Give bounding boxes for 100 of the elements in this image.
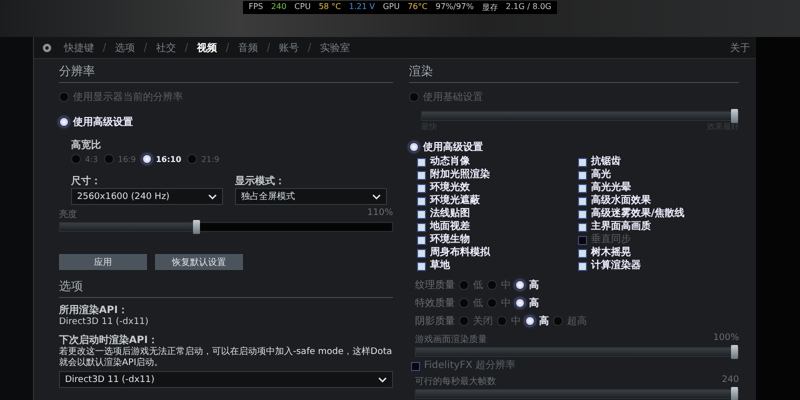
radio-label: 4:3 (85, 154, 98, 164)
radio-label: 中 (501, 296, 511, 310)
radio-button[interactable] (515, 280, 525, 290)
radio-label: 高 (529, 278, 539, 292)
action-button[interactable]: 应用 (59, 254, 147, 270)
section-title: 渲染 (409, 63, 739, 83)
overlay-stat: GPU (382, 2, 400, 13)
radio-label: 使用高级设置 (73, 115, 133, 129)
radio-button[interactable] (142, 154, 152, 164)
radio-button[interactable] (104, 154, 114, 164)
settings-tab[interactable]: 音频 (234, 40, 262, 54)
radio-button[interactable] (487, 298, 497, 308)
chevron-down-icon (372, 194, 381, 200)
checkbox-label: 法线贴图 (430, 208, 470, 220)
overlay-stat: 76°C (408, 2, 428, 13)
settings-tab[interactable]: 选项 (111, 40, 139, 54)
checkbox[interactable] (578, 222, 587, 232)
about-link[interactable]: 关于 (730, 40, 750, 54)
settings-tab[interactable]: 视频 (193, 40, 221, 54)
slider-track[interactable] (59, 222, 393, 232)
radio-button[interactable] (459, 316, 469, 326)
settings-tab[interactable]: 账号 (275, 40, 303, 54)
quality-label: 纹理质量 (415, 278, 455, 292)
checkbox[interactable] (578, 184, 587, 192)
radio-button[interactable] (187, 154, 198, 164)
field-label: 尺寸： (71, 174, 102, 188)
checkbox[interactable] (417, 236, 426, 244)
slider-label: 亮度 (59, 208, 77, 221)
overlay-stat: 97%/97% (435, 2, 474, 13)
settings-tab[interactable]: 实验室 (316, 40, 354, 54)
checkbox[interactable] (417, 262, 426, 270)
slider-handle[interactable] (731, 109, 738, 123)
checkbox[interactable] (417, 158, 426, 166)
checkbox[interactable] (417, 210, 426, 218)
checkbox-label: 主界面高画质 (591, 221, 651, 233)
checkbox-label: 环境生物 (430, 234, 470, 246)
checkbox-label: 垂直同步 (591, 234, 631, 246)
checkbox[interactable] (417, 170, 426, 180)
section-title: 分辨率 (59, 63, 393, 83)
display-mode-dropdown[interactable]: 独占全屏模式 (235, 188, 387, 205)
radio-button[interactable] (487, 280, 497, 290)
radio-button[interactable] (71, 154, 81, 164)
checkbox-label: FidelityFX 超分辨率 (424, 360, 516, 372)
radio-label: 超高 (567, 314, 587, 328)
slider-handle[interactable] (731, 345, 738, 359)
radio-button[interactable] (409, 92, 419, 102)
checkbox[interactable] (417, 222, 426, 232)
checkbox[interactable] (411, 362, 420, 370)
radio-button[interactable] (515, 298, 525, 308)
radio-label: 低 (473, 279, 483, 292)
radio-button[interactable] (409, 142, 419, 152)
checkbox-label: 动态肖像 (430, 156, 470, 168)
checkbox[interactable] (578, 236, 587, 244)
settings-tab[interactable]: 快捷键 (60, 40, 98, 54)
checkbox-label: 抗锯齿 (591, 156, 621, 168)
checkbox[interactable] (417, 184, 426, 192)
checkbox-label: 草地 (430, 260, 450, 272)
field-label: 所用渲染API： (59, 303, 129, 317)
radio-button[interactable] (459, 298, 469, 308)
radio-button[interactable] (59, 117, 69, 127)
chevron-down-icon (208, 194, 217, 200)
slider-label: 游戏画面渲染质量 (415, 334, 487, 346)
radio-label: 中 (501, 278, 511, 292)
slider-value: 240 (722, 375, 739, 387)
radio-button[interactable] (525, 316, 535, 326)
checkbox-label: 树木摇晃 (591, 247, 631, 259)
radio-label: 低 (473, 297, 483, 310)
action-button[interactable]: 恢复默认设置 (155, 254, 243, 270)
radio-label: 中 (511, 314, 521, 328)
checkbox[interactable] (417, 196, 426, 206)
checkbox-label: 高级迷雾效果/焦散线 (591, 208, 685, 220)
checkbox[interactable] (578, 196, 587, 206)
slider-handle[interactable] (193, 220, 200, 234)
radio-button[interactable] (459, 280, 469, 290)
radio-label: 关闭 (473, 314, 493, 328)
field-label: 下次启动时渲染API： (59, 333, 159, 346)
checkbox[interactable] (417, 248, 426, 258)
checkbox-label: 周身布料模拟 (430, 247, 490, 259)
slider-handle[interactable] (731, 387, 738, 400)
quality-label: 阴影质量 (415, 314, 455, 328)
checkbox[interactable] (578, 210, 587, 218)
field-label: 高宽比 (71, 138, 102, 152)
size-dropdown[interactable]: 2560x1600 (240 Hz) (71, 188, 223, 205)
radio-label: 21:9 (201, 154, 220, 164)
settings-tab[interactable]: 社交 (152, 40, 180, 54)
checkbox[interactable] (578, 262, 587, 270)
render-api-dropdown[interactable]: Direct3D 11 (-dx11) (59, 371, 393, 388)
checkbox-label: 附加光照渲染 (430, 169, 490, 181)
checkbox-label: 地面视差 (430, 221, 470, 233)
checkbox[interactable] (578, 170, 587, 180)
radio-label: 高 (539, 314, 549, 328)
radio-button[interactable] (59, 92, 69, 102)
radio-button[interactable] (497, 316, 507, 326)
overlay-stat: 2.1G / 8.0G (506, 2, 552, 13)
overlay-stat: FPS (248, 2, 264, 13)
radio-button[interactable] (553, 316, 563, 326)
checkbox[interactable] (578, 248, 587, 258)
checkbox[interactable] (578, 158, 587, 166)
slider-value: 100% (713, 333, 739, 345)
radio-label: 16:9 (118, 154, 136, 164)
